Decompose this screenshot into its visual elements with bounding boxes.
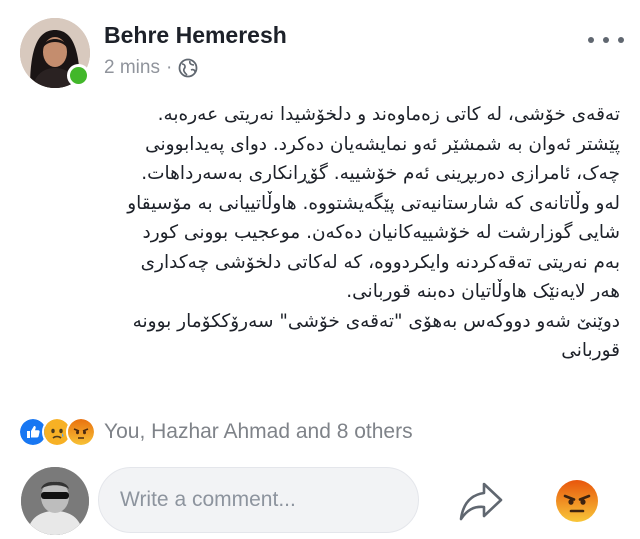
post-line: لەو وڵاتانەی کە شارستانیەتی پێگەیشتووە. … — [127, 192, 620, 214]
dot-icon — [603, 37, 609, 43]
post-line: هەر لایەنێک هاوڵاتیان دەبنە قوربانی. — [346, 281, 620, 302]
share-icon[interactable] — [458, 480, 504, 522]
post-line: قوربانی — [561, 340, 620, 361]
angry-icon — [66, 417, 96, 447]
angry-reaction-button[interactable] — [555, 479, 599, 523]
post-line: چەک، ئامرازی دەربڕینی ئەم خۆشییە. گۆڕانک… — [141, 163, 620, 184]
post-text: تەقەی خۆشی، لە کاتی زەماوەند و دلخۆشیدا … — [18, 100, 620, 366]
online-status-dot — [67, 64, 90, 87]
post-line: دوێنێ شەو دووکەس بەهۆی "تەقەی خۆشی" سەرۆ… — [132, 310, 620, 332]
author-name[interactable]: Behre Hemeresh — [104, 22, 287, 49]
post-line: شایی گوزارشت لە خۆشییەکانیان دەکەن. موعج… — [142, 222, 620, 243]
comment-composer: Write a comment... — [0, 462, 640, 539]
more-options-button[interactable] — [588, 30, 624, 50]
meta-separator: · — [165, 57, 173, 78]
comment-input[interactable]: Write a comment... — [98, 467, 419, 533]
post-timestamp[interactable]: 2 mins — [104, 57, 160, 79]
reactions-summary[interactable]: You, Hazhar Ahmad and 8 others — [104, 420, 413, 444]
dot-icon — [618, 37, 624, 43]
current-user-avatar[interactable] — [21, 467, 89, 535]
post-meta: 2 mins · — [104, 57, 198, 79]
globe-icon — [178, 58, 198, 78]
comment-placeholder: Write a comment... — [120, 488, 296, 511]
reactions-bar[interactable]: You, Hazhar Ahmad and 8 others — [18, 417, 413, 447]
post-line: بەم نەریتی تەقەکردنە وایکردووە، کە لەکات… — [140, 251, 620, 273]
post-header: Behre Hemeresh 2 mins · — [0, 0, 640, 95]
dot-icon — [588, 37, 594, 43]
post-line: تەقەی خۆشی، لە کاتی زەماوەند و دلخۆشیدا … — [157, 104, 620, 125]
post-line: پێشتر ئەوان بە شمشێر ئەو نمایشەیان دەکرد… — [145, 133, 620, 155]
